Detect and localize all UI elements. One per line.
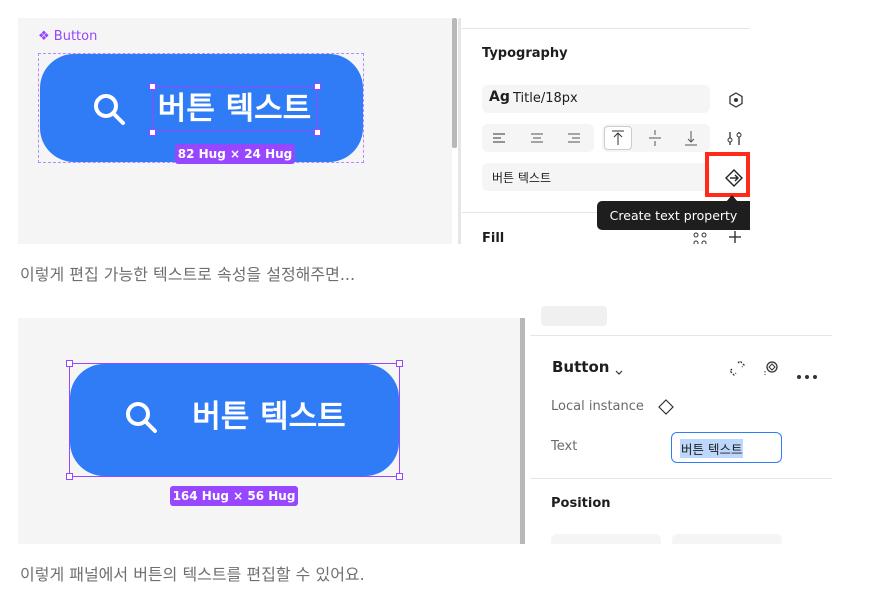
add-fill-icon[interactable]: [727, 229, 743, 244]
align-middle-icon[interactable]: [645, 128, 665, 148]
align-left-icon[interactable]: [491, 130, 507, 146]
top-canvas-scrollbar[interactable]: [452, 18, 457, 148]
text-content-value: 버튼 텍스트: [492, 171, 552, 185]
detach-instance-icon[interactable]: [728, 359, 746, 377]
panel-divider: [462, 28, 750, 29]
align-bottom-icon[interactable]: [681, 128, 701, 148]
resize-handle[interactable]: [396, 360, 403, 367]
chevron-down-icon[interactable]: [614, 363, 624, 375]
diamond-icon: [657, 398, 675, 416]
panel-divider: [462, 212, 597, 213]
fill-title: Fill: [482, 231, 505, 246]
position-align-group-left: [551, 534, 661, 544]
text-property-label: Text: [551, 439, 578, 454]
panel-divider: [530, 478, 832, 479]
top-canvas-edge: [458, 18, 461, 244]
size-badge: 164 Hug × 56 Hug: [170, 486, 298, 506]
text-style-name: Title/18px: [513, 91, 578, 106]
bottom-canvas-scrollbar[interactable]: [520, 318, 525, 544]
align-right-icon[interactable]: [566, 130, 582, 146]
align-top-icon[interactable]: [604, 126, 632, 150]
create-property-icon[interactable]: [724, 168, 744, 188]
local-instance-label: Local instance: [551, 399, 644, 414]
size-badge: 82 Hug × 24 Hug: [175, 144, 295, 164]
text-style-prefix: Ag: [489, 89, 510, 105]
search-icon: [90, 90, 130, 130]
style-grid-icon[interactable]: [692, 231, 708, 244]
component-name[interactable]: Button: [552, 358, 609, 376]
resize-handle[interactable]: [66, 473, 73, 480]
text-property-value: 버튼 텍스트: [680, 439, 744, 458]
go-to-main-component-icon[interactable]: [762, 359, 780, 377]
position-align-group-right: [672, 534, 782, 544]
style-settings-icon[interactable]: [728, 92, 744, 108]
bottom-caption: 이렇게 패널에서 버튼의 텍스트를 편집할 수 있어요.: [20, 565, 365, 584]
partial-tab[interactable]: [541, 306, 607, 326]
resize-handle[interactable]: [66, 360, 73, 367]
top-caption: 이렇게 편집 가능한 텍스트로 속성을 설정해주면...: [20, 265, 356, 284]
button-text[interactable]: 버튼 텍스트: [152, 86, 317, 132]
search-icon: [122, 398, 162, 438]
button-text[interactable]: 버튼 텍스트: [183, 394, 355, 440]
align-center-icon[interactable]: [529, 130, 545, 146]
tooltip: Create text property: [597, 201, 750, 230]
position-title: Position: [551, 496, 611, 511]
panel-divider: [530, 335, 832, 336]
typography-title: Typography: [482, 46, 568, 61]
more-options-icon[interactable]: [796, 365, 818, 379]
resize-handle[interactable]: [396, 473, 403, 480]
component-label: ❖ Button: [38, 29, 98, 44]
text-settings-icon[interactable]: [725, 128, 745, 148]
